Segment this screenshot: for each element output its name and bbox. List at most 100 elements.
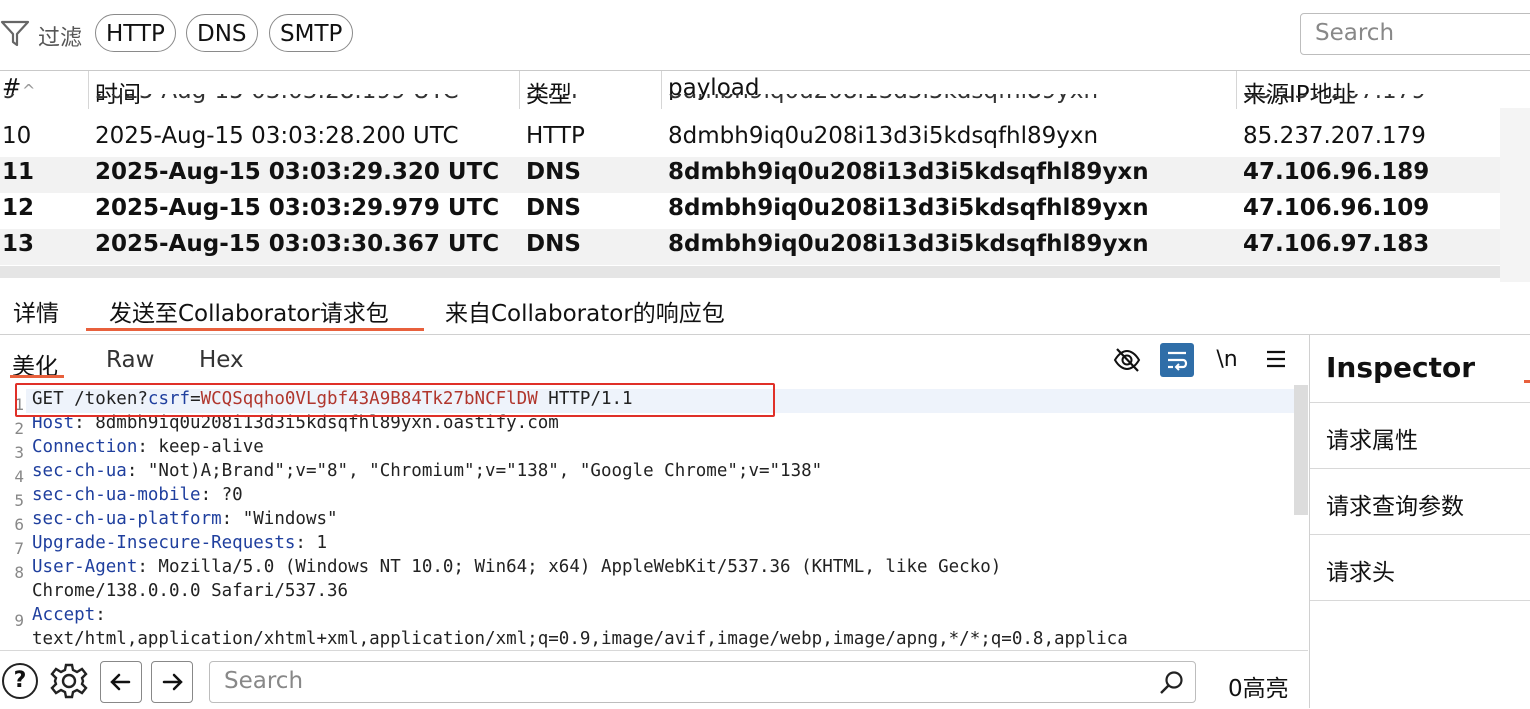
- header-name: sec-ch-ua-mobile: [32, 485, 201, 505]
- cell-time: 2025-Aug-15 03:03:28.200 UTC: [95, 123, 459, 149]
- eye-off-icon[interactable]: [1110, 343, 1144, 377]
- line-number: 5: [14, 491, 24, 510]
- header-name: sec-ch-ua-platform: [32, 509, 222, 529]
- cell-source-ip: 85.237.207.179: [1243, 123, 1426, 149]
- cell-payload: 8dmbh9iq0u208i13d3i5kdsqfhl89yxn: [668, 195, 1149, 221]
- cell-payload: 8dmbh9iq0u208i13d3i5kdsqfhl89yxn: [668, 123, 1099, 149]
- search-input[interactable]: Search: [1300, 13, 1530, 55]
- code-line: sec-ch-ua: "Not)A;Brand";v="8", "Chromiu…: [32, 461, 822, 481]
- code-text: : "Not)A;Brand";v="8", "Chromium";v="138…: [126, 461, 823, 481]
- code-line: sec-ch-ua-platform: "Windows": [32, 509, 338, 529]
- header-name: User-Agent: [32, 557, 138, 577]
- code-text: Chrome/138.0.0.0 Safari/537.36: [32, 581, 349, 601]
- table-row[interactable]: 13 2025-Aug-15 03:03:30.367 UTC DNS 8dmb…: [0, 229, 1500, 265]
- cell-time: 2025-Aug-15 03:03:30.367 UTC: [95, 231, 500, 257]
- previous-button[interactable]: [100, 661, 142, 703]
- cell-number: 10: [2, 123, 32, 149]
- table-row[interactable]: 12 2025-Aug-15 03:03:29.979 UTC DNS 8dmb…: [0, 193, 1500, 229]
- chip-smtp[interactable]: SMTP: [269, 14, 354, 52]
- cell-source-ip: 47.106.96.189: [1243, 159, 1430, 185]
- cell-number: 13: [2, 231, 35, 257]
- highlight-count: 0高亮: [1228, 676, 1289, 702]
- line-number: 4: [14, 467, 24, 486]
- table-row[interactable]: 10 2025-Aug-15 03:03:28.200 UTC HTTP 8dm…: [0, 121, 1500, 157]
- line-number: 7: [14, 539, 24, 558]
- chip-http[interactable]: HTTP: [95, 14, 176, 52]
- cell-type: HTTP: [526, 123, 585, 149]
- highlight-box: [15, 383, 775, 417]
- vertical-scrollbar[interactable]: [1500, 108, 1530, 282]
- code-line: text/html,application/xhtml+xml,applicat…: [32, 629, 1128, 649]
- code-text: : ?0: [200, 485, 243, 505]
- editor-scrollbar[interactable]: [1294, 385, 1308, 515]
- help-button[interactable]: ?: [2, 663, 38, 699]
- filter-bar: 过滤 HTTP DNS SMTP Search: [0, 0, 1530, 70]
- gear-icon[interactable]: [49, 661, 89, 701]
- cell-time: 2025-Aug-15 03:03:29.320 UTC: [95, 159, 500, 185]
- inspector-request-attributes[interactable]: 请求属性: [1310, 402, 1530, 468]
- header-name: sec-ch-ua: [32, 461, 127, 481]
- active-tab-indicator: [86, 328, 424, 331]
- subtab-hex[interactable]: Hex: [199, 347, 244, 373]
- inspector-request-headers[interactable]: 请求头: [1310, 534, 1530, 600]
- table-row[interactable]: 9 2025-Aug-15 03:03:28.199 UTC HTTP 8dmb…: [0, 94, 1500, 110]
- menu-icon[interactable]: [1259, 343, 1293, 377]
- newline-toggle[interactable]: \n: [1210, 343, 1244, 377]
- code-area[interactable]: 1 GET /token?csrf=WCQSqqho0VLgbf43A9B84Tk…: [0, 387, 1296, 650]
- code-text: : keep-alive: [137, 437, 264, 457]
- line-number: 3: [14, 443, 24, 462]
- code-text: text/html,application/xhtml+xml,applicat…: [32, 629, 1128, 649]
- code-text: :: [95, 605, 106, 625]
- code-line: Connection: keep-alive: [32, 437, 264, 457]
- cell-number: 11: [2, 159, 35, 185]
- line-number: 8: [14, 563, 24, 582]
- cell-source-ip: 85.237.207.179: [1243, 94, 1426, 104]
- editor-bottom-bar: ? Search 0高亮: [0, 650, 1308, 709]
- interactions-table: # ^ 时间 类型 payload 来源IP地址 9 2025-Aug-15 0…: [0, 70, 1530, 282]
- inspector-item-label: 请求属性: [1326, 428, 1418, 454]
- editor-search-input[interactable]: Search: [209, 661, 1196, 703]
- subtab-raw[interactable]: Raw: [106, 347, 154, 373]
- code-line: sec-ch-ua-mobile: ?0: [32, 485, 243, 505]
- table-row[interactable]: 11 2025-Aug-15 03:03:29.320 UTC DNS 8dmb…: [0, 157, 1500, 193]
- line-number: 9: [14, 611, 24, 630]
- code-line: Accept:: [32, 605, 106, 625]
- code-text: : Mozilla/5.0 (Windows NT 10.0; Win64; x…: [137, 557, 1002, 577]
- line-number: 6: [14, 515, 24, 534]
- cell-number: 9: [2, 94, 17, 104]
- line-number: 2: [14, 419, 24, 438]
- code-text: : 1: [295, 533, 328, 553]
- detail-tabs: 详情 发送至Collaborator请求包 来自Collaborator的响应包: [0, 286, 1530, 335]
- cell-payload: 8dmbh9iq0u208i13d3i5kdsqfhl89yxn: [668, 159, 1149, 185]
- cell-payload: 8dmbh9iq0u208i13d3i5kdsqfhl89yxn: [668, 231, 1149, 257]
- code-text: : "Windows": [221, 509, 338, 529]
- inspector-title: Inspector: [1326, 351, 1476, 384]
- cell-time: 2025-Aug-15 03:03:28.199 UTC: [95, 94, 459, 104]
- header-name: Connection: [32, 437, 138, 457]
- search-icon[interactable]: [1158, 669, 1186, 697]
- filter-icon[interactable]: [0, 18, 30, 48]
- chip-dns[interactable]: DNS: [186, 14, 258, 52]
- code-line: Chrome/138.0.0.0 Safari/537.36: [32, 581, 348, 601]
- horizontal-scrollbar[interactable]: [0, 266, 1500, 278]
- inspector-query-params[interactable]: 请求查询参数: [1310, 468, 1530, 534]
- cell-type: DNS: [526, 231, 581, 257]
- next-button[interactable]: [151, 661, 193, 703]
- tab-details[interactable]: 详情: [13, 294, 59, 328]
- divider: [1310, 600, 1530, 601]
- tab-response-from-collaborator[interactable]: 来自Collaborator的响应包: [445, 294, 725, 328]
- inspector-item-label: 请求查询参数: [1326, 494, 1464, 520]
- cell-source-ip: 47.106.97.183: [1243, 231, 1430, 257]
- header-name: Accept: [32, 605, 96, 625]
- wrap-icon[interactable]: [1160, 343, 1194, 377]
- tab-request-to-collaborator[interactable]: 发送至Collaborator请求包: [109, 294, 389, 328]
- request-editor: 美化 Raw Hex \n 1 GET /token?csrf=WCQSqqho0…: [0, 335, 1308, 650]
- code-line: Upgrade-Insecure-Requests: 1: [32, 533, 327, 553]
- code-line: User-Agent: Mozilla/5.0 (Windows NT 10.0…: [32, 557, 1001, 577]
- inspector-panel: Inspector 请求属性 请求查询参数 请求头: [1309, 335, 1530, 708]
- inspector-item-label: 请求头: [1326, 560, 1395, 586]
- cell-time: 2025-Aug-15 03:03:29.979 UTC: [95, 195, 500, 221]
- cell-type: DNS: [526, 159, 581, 185]
- inspector-edge-accent: [1524, 380, 1530, 383]
- cell-number: 12: [2, 195, 35, 221]
